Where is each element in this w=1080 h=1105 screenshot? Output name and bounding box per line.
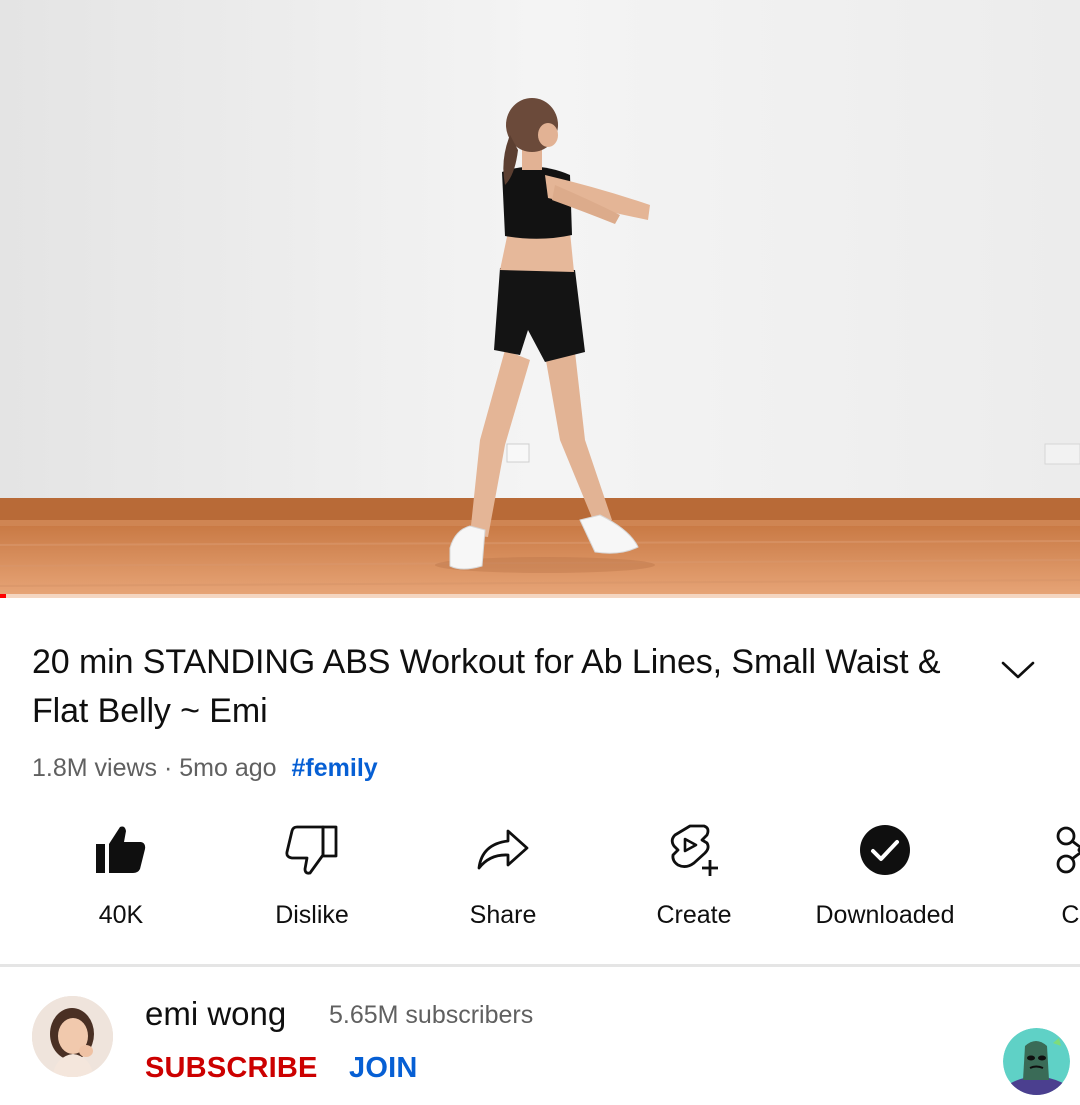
clip-button[interactable]: Cli: [981, 820, 1080, 940]
dislike-label: Dislike: [275, 901, 349, 929]
downloaded-check-icon: [857, 820, 913, 880]
share-label: Share: [469, 901, 537, 929]
progress-fill: [0, 594, 6, 598]
expand-description-button[interactable]: [994, 650, 1042, 690]
upload-age: 5mo ago: [179, 754, 277, 782]
create-button[interactable]: Create: [599, 820, 789, 940]
action-row: 40K Dislike Share Create Downloaded C: [0, 820, 1080, 940]
view-count: 1.8M views: [32, 754, 158, 782]
meta-separator: ·: [164, 754, 173, 782]
downloaded-label: Downloaded: [815, 901, 955, 929]
hashtag-link[interactable]: #femily: [292, 754, 378, 782]
video-player[interactable]: [0, 0, 1080, 598]
progress-bar[interactable]: [0, 594, 1080, 598]
join-button[interactable]: JOIN: [349, 1050, 418, 1086]
subscriber-count: 5.65M subscribers: [329, 1001, 534, 1029]
share-arrow-icon: [475, 820, 531, 880]
video-meta: 1.8M views · 5mo ago #femily: [32, 752, 378, 784]
channel-name[interactable]: emi wong: [145, 994, 286, 1034]
subscribe-button[interactable]: SUBSCRIBE: [145, 1050, 318, 1086]
thumbs-down-outline-icon: [284, 820, 340, 880]
clip-scissors-icon: [1048, 820, 1080, 880]
clip-label: Cli: [1061, 901, 1080, 929]
share-button[interactable]: Share: [408, 820, 598, 940]
account-avatar[interactable]: [1003, 1028, 1070, 1095]
like-button[interactable]: 40K: [26, 820, 216, 940]
downloaded-button[interactable]: Downloaded: [790, 820, 980, 940]
thumbs-up-filled-icon: [93, 820, 149, 880]
create-label: Create: [656, 901, 732, 929]
channel-avatar[interactable]: [32, 996, 113, 1077]
chevron-down-icon: [1001, 661, 1035, 679]
section-divider: [0, 964, 1080, 967]
like-count: 40K: [98, 901, 144, 929]
create-shorts-icon: [666, 820, 722, 880]
video-title[interactable]: 20 min STANDING ABS Workout for Ab Lines…: [32, 638, 972, 736]
video-watch-page: 20 min STANDING ABS Workout for Ab Lines…: [0, 0, 1080, 1105]
video-frame: [0, 0, 1080, 598]
dislike-button[interactable]: Dislike: [217, 820, 407, 940]
